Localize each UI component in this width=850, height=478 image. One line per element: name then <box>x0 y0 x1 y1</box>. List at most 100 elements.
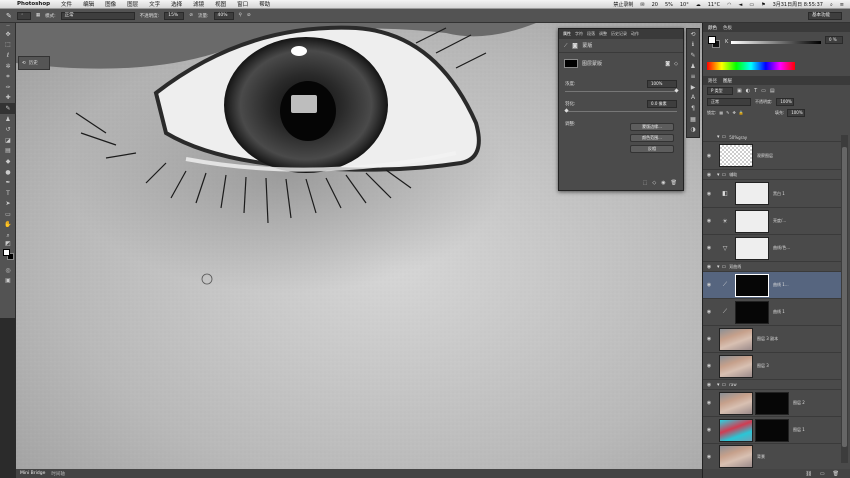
record-status[interactable]: 禁止录制 <box>613 1 633 8</box>
vector-mask-icon[interactable]: ◇ <box>674 61 678 67</box>
app-menu[interactable]: Photoshop <box>17 1 50 7</box>
mask-edge-button[interactable]: 蒙版边缘... <box>630 123 674 131</box>
lock-pixels-icon[interactable]: ▦ <box>719 110 723 115</box>
dock-info-icon[interactable]: ℹ <box>687 40 699 51</box>
pressure-opacity-icon[interactable]: ⊘ <box>189 13 193 18</box>
filter-type-icon[interactable]: T <box>754 88 757 94</box>
layer-name[interactable]: 图层 3 <box>757 363 769 369</box>
crop-tool-icon[interactable]: ⌗ <box>0 71 16 82</box>
color-swatches[interactable] <box>0 247 16 265</box>
layer-name[interactable]: 辅助 <box>729 172 737 178</box>
layer-opacity-input[interactable]: 100% <box>776 97 795 106</box>
lasso-tool-icon[interactable]: ℓ <box>0 50 16 61</box>
group-toggle-icon[interactable]: ▾ <box>717 172 720 178</box>
blend-mode-select[interactable]: 正常 <box>707 97 751 106</box>
weather-status[interactable]: 11°C <box>708 2 720 8</box>
layer-name[interactable]: 曲线 1 <box>773 309 785 315</box>
menu-select[interactable]: 选择 <box>171 0 182 8</box>
tab-paragraph[interactable]: 段落 <box>587 31 595 37</box>
menu-layer[interactable]: 图层 <box>127 0 138 8</box>
battery-icon[interactable]: ▭ <box>749 2 754 8</box>
gradient-tool-icon[interactable]: ▤ <box>0 146 16 157</box>
menu-image[interactable]: 图像 <box>105 0 116 8</box>
clock[interactable]: 3月31日周日 8:55:37 <box>773 1 823 8</box>
tab-adjustments[interactable]: 调整 <box>599 31 607 37</box>
menu-filter[interactable]: 滤镜 <box>193 0 204 8</box>
feather-slider[interactable] <box>564 108 677 113</box>
density-slider-handle[interactable] <box>674 88 679 93</box>
marquee-tool-icon[interactable]: ⬚ <box>0 40 16 51</box>
layer-kind-select[interactable]: P 类型 <box>707 86 733 95</box>
tab-layers[interactable]: 图层 <box>723 78 732 84</box>
shape-tool-icon[interactable]: ▭ <box>0 209 16 220</box>
layer-thumbnail[interactable] <box>719 327 753 351</box>
layer-group[interactable]: ◉ ▾ ▭ 双曲线 <box>703 262 844 272</box>
layer-name[interactable]: 黑白 1 <box>773 191 785 197</box>
apply-mask-icon[interactable]: ◇ <box>652 180 656 186</box>
wifi-icon[interactable]: ◠ <box>727 2 731 8</box>
quick-mask-icon[interactable]: ◎ <box>0 265 16 276</box>
lock-move-icon[interactable]: ✥ <box>733 110 736 115</box>
tab-character[interactable]: 字符 <box>575 31 583 37</box>
tab-color[interactable]: 颜色 <box>708 25 717 31</box>
dock-adjust-icon[interactable]: ◑ <box>687 124 699 135</box>
visibility-eye-icon[interactable]: ◉ <box>703 245 715 251</box>
visibility-eye-icon[interactable]: ◉ <box>703 336 715 342</box>
layer-row[interactable]: ◉ ⟋ 曲线 1... <box>703 272 844 299</box>
brush-tool-icon[interactable]: ✎ <box>6 12 12 20</box>
brush-panel-icon[interactable]: ▦ <box>36 13 40 18</box>
dock-character-icon[interactable]: A <box>687 93 699 104</box>
layer-row[interactable]: ◉ 图层 3 副本 <box>703 326 844 353</box>
opacity-input[interactable]: 15% <box>164 11 185 20</box>
visibility-eye-icon[interactable]: ◉ <box>703 153 715 159</box>
layer-name[interactable]: 50%gray <box>729 135 747 140</box>
badge-count[interactable]: 20 <box>652 2 658 8</box>
layer-mask-thumbnail[interactable] <box>735 209 769 233</box>
layer-row[interactable]: ◉ 背景 <box>703 444 844 470</box>
group-toggle-icon[interactable]: ▾ <box>717 134 720 140</box>
layer-name[interactable]: 背景 <box>757 454 765 460</box>
filter-adjust-icon[interactable]: ◐ <box>746 88 750 94</box>
menu-window[interactable]: 窗口 <box>237 0 248 8</box>
group-toggle-icon[interactable]: ▾ <box>717 264 720 270</box>
brush-size-picker[interactable]: ◦ <box>16 11 31 20</box>
path-select-tool-icon[interactable]: ➤ <box>0 199 16 210</box>
k-slider[interactable] <box>731 41 821 44</box>
layer-name[interactable]: raw <box>729 382 736 387</box>
eraser-tool-icon[interactable]: ◪ <box>0 135 16 146</box>
layer-mask-thumbnail[interactable] <box>735 236 769 260</box>
dock-clone-icon[interactable]: ♟ <box>687 61 699 72</box>
lock-paint-icon[interactable]: ✎ <box>726 110 729 115</box>
layer-name[interactable]: 曲线 1... <box>773 282 789 288</box>
layer-name[interactable]: 曲线/色... <box>773 245 790 251</box>
tab-paths[interactable]: 路径 <box>708 78 717 84</box>
layer-mask-thumbnail[interactable] <box>735 182 769 205</box>
layer-name[interactable]: 亮度/... <box>773 218 786 224</box>
volume-icon[interactable]: ◄ <box>738 2 742 8</box>
menu-view[interactable]: 视图 <box>215 0 226 8</box>
tab-properties[interactable]: 属性 <box>563 31 571 37</box>
dock-brush-icon[interactable]: ✎ <box>687 50 699 61</box>
workspace-select[interactable]: 基本功能 <box>808 12 842 20</box>
screen-mode-icon[interactable]: ▣ <box>0 275 16 286</box>
weather-icon[interactable]: ☁ <box>696 2 701 8</box>
foreground-swatch[interactable] <box>3 248 10 256</box>
tab-history[interactable]: 历史记录 <box>611 31 627 37</box>
clone-stamp-tool-icon[interactable]: ♟ <box>0 114 16 125</box>
pen-tool-icon[interactable]: ✒ <box>0 177 16 188</box>
quick-select-tool-icon[interactable]: ✲ <box>0 61 16 72</box>
history-chip[interactable]: ⟲ 历史 <box>18 56 50 70</box>
visibility-eye-icon[interactable]: ◉ <box>703 400 715 406</box>
visibility-eye-icon[interactable]: ◉ <box>703 218 715 224</box>
dock-properties-icon[interactable]: ≡ <box>687 71 699 82</box>
brush-tool-icon[interactable]: ✎ <box>0 103 16 114</box>
visibility-eye-icon[interactable]: ◉ <box>703 282 715 288</box>
hand-tool-icon[interactable]: ✋ <box>0 220 16 231</box>
layer-row[interactable]: ◉ 图层 1 <box>703 417 844 444</box>
feather-input[interactable]: 0.0 像素 <box>647 100 677 108</box>
filter-pixel-icon[interactable]: ▣ <box>737 88 742 94</box>
layer-thumbnail[interactable] <box>719 144 753 167</box>
feather-slider-handle[interactable] <box>564 108 569 113</box>
layer-name[interactable]: 图层 1 <box>793 427 805 433</box>
delete-layer-icon[interactable]: 🗑 <box>833 471 839 477</box>
